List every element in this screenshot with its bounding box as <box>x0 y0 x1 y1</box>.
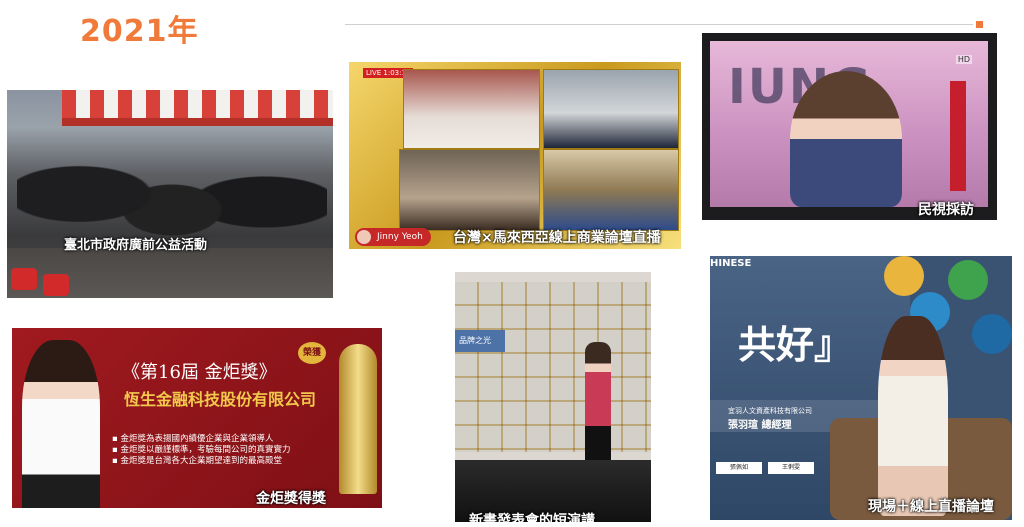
interviewee <box>790 71 902 207</box>
photo-award-banner: 《第16屆 金炬獎》 恆生金融科技股份有限公司 金炬獎為表揚國內績優企業與企業領… <box>12 328 382 508</box>
speaker-title: 張羽瑄 總經理 <box>728 420 792 431</box>
tv-screen: IUNG HD <box>710 41 988 207</box>
award-line: 金炬獎為表揚國內績優企業與企業領導人 <box>112 434 290 445</box>
photo-caption: 台灣×馬來西亞線上商業論壇直播 <box>453 230 661 246</box>
backdrop-text: 共好』 <box>738 323 853 367</box>
header-divider <box>345 24 973 25</box>
corner-text: HINESE <box>710 258 752 269</box>
award-description: 金炬獎為表揚國內績優企業與企業領導人 金炬獎以嚴謹標準，考驗每間公司的真實實力 … <box>112 434 290 467</box>
sdg-circle-icon <box>972 314 1012 354</box>
photo-caption: 現場＋線上直播論壇 <box>868 499 994 515</box>
tent-edge <box>62 118 333 126</box>
photo-caption: 新書發表會的短演講 <box>469 513 595 522</box>
sdg-circle-icon <box>884 256 924 296</box>
wall-sign: 品牌之光 <box>455 330 505 352</box>
photo-tv-interview: IUNG HD 民視採訪 <box>702 33 997 220</box>
video-tile <box>543 69 679 149</box>
award-company: 恆生金融科技股份有限公司 <box>124 390 317 409</box>
photo-caption: 臺北市政府廣前公益活動 <box>64 238 208 253</box>
host-name-badge: Jinny Yeoh <box>355 228 431 246</box>
avatar <box>357 230 371 244</box>
photo-book-launch: 品牌之光 新書發表會的短演講 <box>455 272 651 522</box>
photo-forum-livestream: HINESE 共好』 宜羽人文資產科技有限公司 張羽瑄 總經理 張佩如 王俐雯 … <box>710 256 1012 520</box>
photo-caption: 金炬獎得獎 <box>256 491 326 507</box>
name-tag: 張佩如 <box>716 462 762 474</box>
award-line: 金炬獎是台灣各大企業期望達到的最高殿堂 <box>112 456 290 467</box>
sdg-circle-icon <box>948 260 988 300</box>
speaker <box>878 316 948 516</box>
speaker-org: 宜羽人文資產科技有限公司 <box>728 407 812 415</box>
red-stool <box>43 274 69 296</box>
photo-street-charity-event: 臺北市政府廣前公益活動 <box>7 90 333 298</box>
trophy-icon <box>339 344 377 494</box>
red-banner <box>950 81 966 191</box>
channel-tag: HD <box>955 55 972 64</box>
photo-online-forum: LIVE 1:03:19 Jinny Yeoh 台灣×馬來西亞線上商業論壇直播 <box>349 62 681 249</box>
portrait <box>22 340 100 508</box>
striped-tent <box>62 90 333 118</box>
speaker <box>585 342 611 462</box>
host-name: Jinny Yeoh <box>377 232 423 242</box>
photo-caption: 民視採訪 <box>918 202 974 218</box>
red-stool <box>11 268 37 290</box>
video-tile <box>543 149 679 231</box>
award-badge: 榮獲 <box>298 342 326 364</box>
backdrop-wall <box>455 282 651 452</box>
name-tag: 王俐雯 <box>768 462 814 474</box>
year-heading: 2021年 <box>80 14 199 49</box>
video-tile <box>399 149 540 231</box>
award-title: 《第16屆 金炬獎》 <box>122 362 277 383</box>
header-accent-square <box>976 21 983 28</box>
video-tile <box>403 69 540 149</box>
award-line: 金炬獎以嚴謹標準，考驗每間公司的真實實力 <box>112 445 290 456</box>
